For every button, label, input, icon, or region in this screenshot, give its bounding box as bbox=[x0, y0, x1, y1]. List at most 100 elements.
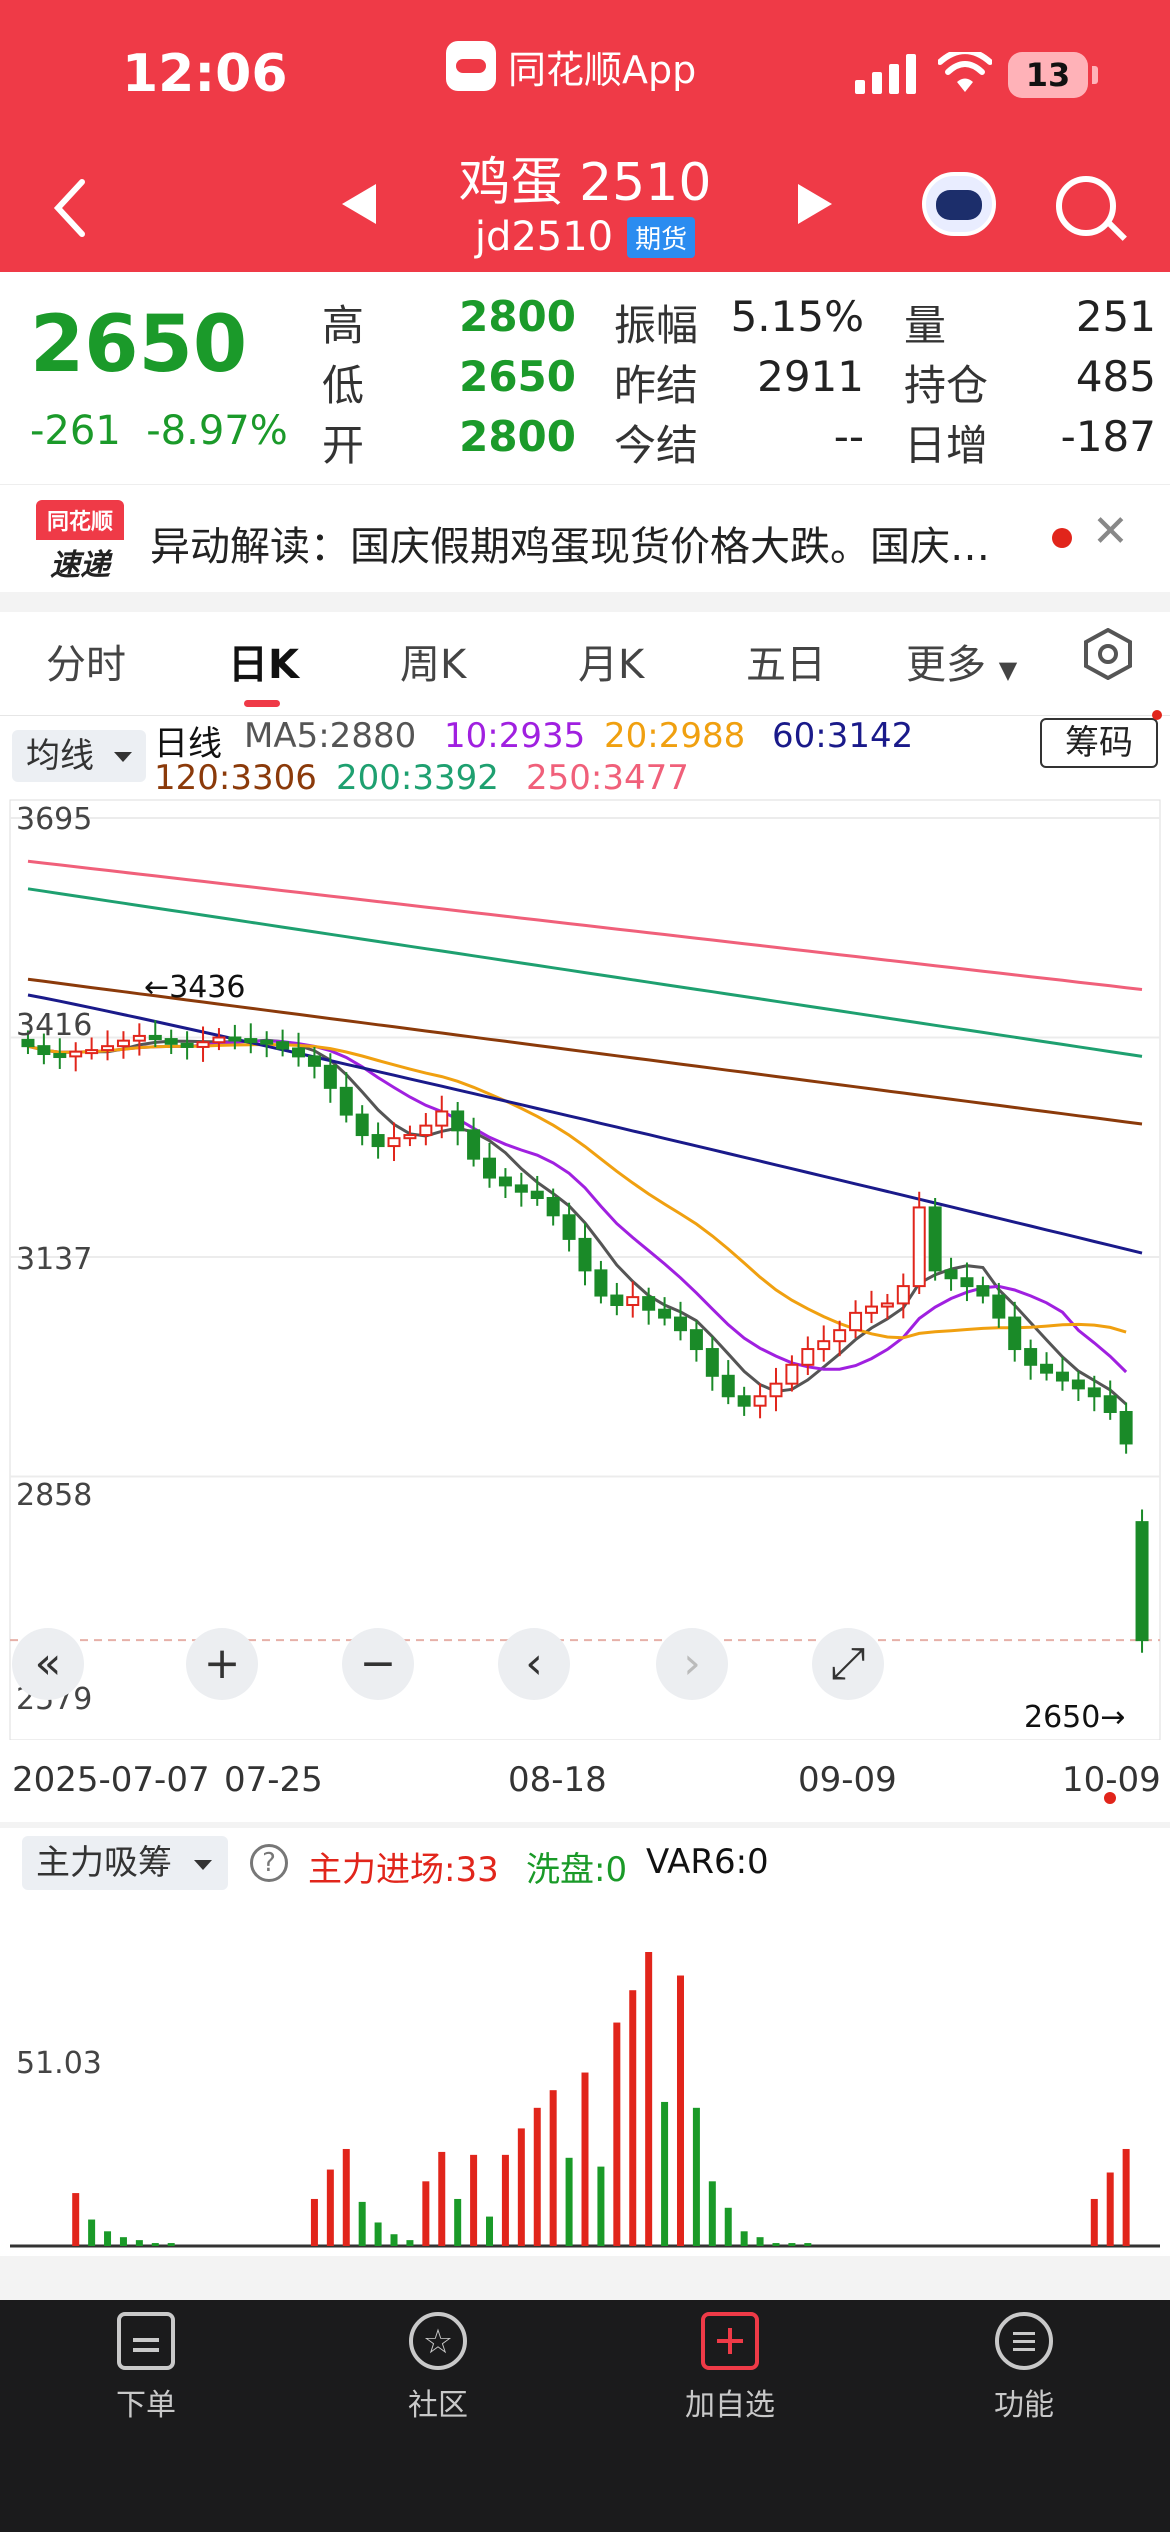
indicator-bar bbox=[374, 2222, 382, 2246]
indicator-bar-chart[interactable] bbox=[0, 1890, 1170, 2260]
candle bbox=[769, 1382, 783, 1398]
indicator-bar bbox=[581, 2072, 589, 2246]
search-icon[interactable] bbox=[1056, 176, 1116, 236]
tab-order[interactable]: 下单 bbox=[66, 2312, 226, 2424]
candle bbox=[737, 1395, 751, 1407]
tab-intraday[interactable]: 分时 bbox=[46, 632, 126, 690]
candle bbox=[562, 1214, 576, 1240]
open-interest-value: 485 bbox=[1075, 352, 1156, 401]
candle bbox=[530, 1190, 544, 1199]
tab-five-day[interactable]: 五日 bbox=[746, 632, 826, 690]
y-tick-label: 3137 bbox=[16, 1242, 93, 1277]
star-icon bbox=[409, 2312, 467, 2370]
candle bbox=[355, 1113, 369, 1137]
candle bbox=[705, 1348, 719, 1377]
indicator-bar bbox=[1122, 2148, 1130, 2246]
indicator-bar bbox=[406, 2240, 414, 2246]
indicator-bar bbox=[661, 2101, 669, 2246]
news-text[interactable]: 异动解读：国庆假期鸡蛋现货价格大跌。国庆… bbox=[150, 514, 1030, 572]
ma200-label: 200:3392 bbox=[336, 758, 499, 798]
candle bbox=[467, 1129, 481, 1160]
status-time: 12:06 bbox=[122, 44, 288, 104]
high-label: 高 bbox=[322, 301, 365, 350]
indicator-bar bbox=[358, 2201, 366, 2246]
candle bbox=[116, 1039, 130, 1048]
settings-icon[interactable] bbox=[1082, 628, 1134, 680]
candle bbox=[880, 1302, 894, 1308]
y-tick-label: 3416 bbox=[16, 1008, 93, 1043]
ma10-line bbox=[27, 1039, 1128, 1374]
today-settle-label: 今结 bbox=[614, 421, 699, 470]
tab-weekly-k[interactable]: 周K bbox=[400, 632, 466, 690]
rewind-icon[interactable]: « bbox=[12, 1628, 84, 1700]
assistant-robot-icon[interactable] bbox=[922, 172, 996, 236]
tab-monthly-k[interactable]: 月K bbox=[578, 632, 644, 690]
candle bbox=[69, 1050, 83, 1058]
candle bbox=[228, 1036, 242, 1042]
indicator-bar bbox=[72, 2193, 80, 2246]
futures-badge: 期货 bbox=[627, 216, 696, 258]
help-icon[interactable]: ? bbox=[250, 1844, 288, 1882]
indicator-bar bbox=[88, 2219, 96, 2246]
fullscreen-icon[interactable]: ⤢ bbox=[812, 1628, 884, 1700]
indicator-bar bbox=[104, 2231, 112, 2246]
scroll-right-icon[interactable]: › bbox=[656, 1628, 728, 1700]
wash-label: 洗盘:0 bbox=[526, 1850, 628, 1890]
candle bbox=[101, 1045, 115, 1052]
indicator-bar bbox=[756, 2237, 764, 2246]
notice-dot bbox=[1152, 710, 1162, 720]
main-entry-label: 主力进场:33 bbox=[308, 1850, 499, 1890]
tab-more[interactable]: 更多 ▼ bbox=[906, 632, 1017, 690]
low-label: 低 bbox=[322, 361, 365, 410]
ma-selector[interactable]: 均线 bbox=[12, 730, 146, 782]
indicator-bar bbox=[454, 2198, 462, 2246]
candle bbox=[419, 1124, 433, 1137]
volume-label: 量 bbox=[904, 301, 947, 350]
y-tick-label: 2858 bbox=[16, 1478, 93, 1513]
candle bbox=[371, 1134, 385, 1148]
chips-button[interactable]: 筹码 bbox=[1040, 718, 1158, 768]
scroll-left-icon[interactable]: ‹ bbox=[498, 1628, 570, 1700]
close-icon[interactable]: ✕ bbox=[1092, 506, 1129, 557]
tab-community[interactable]: 社区 bbox=[358, 2312, 518, 2424]
prev-settle-value: 2911 bbox=[757, 352, 864, 401]
today-settle-value: -- bbox=[833, 412, 864, 461]
indicator-bar bbox=[438, 2151, 446, 2246]
chevron-down-icon: ▼ bbox=[998, 656, 1018, 684]
tab-daily-k[interactable]: 日K bbox=[228, 632, 299, 690]
indicator-bar bbox=[740, 2231, 748, 2246]
next-contract-icon[interactable] bbox=[798, 184, 832, 224]
candle bbox=[307, 1055, 321, 1067]
candle bbox=[53, 1053, 67, 1059]
tab-functions[interactable]: 功能 bbox=[944, 2312, 1104, 2424]
candle bbox=[610, 1294, 624, 1306]
indicator-bar bbox=[772, 2243, 780, 2246]
x-tick-label: 2025-07-07 bbox=[12, 1760, 210, 1800]
zoom-out-icon[interactable]: − bbox=[342, 1628, 414, 1700]
indicator-bar bbox=[151, 2243, 159, 2246]
candle bbox=[976, 1285, 990, 1297]
change-pct: -8.97% bbox=[146, 408, 288, 454]
open-label: 开 bbox=[322, 421, 365, 470]
candle bbox=[912, 1206, 926, 1288]
candle bbox=[196, 1041, 210, 1048]
menu-icon bbox=[995, 2312, 1053, 2370]
app-indicator[interactable]: 同花顺App bbox=[446, 38, 696, 94]
indicator-bar bbox=[310, 2198, 318, 2246]
chart-toolbar: « + − ‹ › ⤢ bbox=[12, 1628, 912, 1708]
tab-add-watchlist[interactable]: 加自选 bbox=[650, 2312, 810, 2424]
indicator-selector[interactable]: 主力吸筹 bbox=[22, 1836, 228, 1890]
candle bbox=[85, 1049, 99, 1055]
candle bbox=[1008, 1316, 1022, 1351]
indicator-bar bbox=[390, 2234, 398, 2246]
candlestick-chart[interactable] bbox=[0, 796, 1170, 1740]
x-tick-label: 08-18 bbox=[508, 1760, 607, 1800]
indicator-bar bbox=[724, 2207, 732, 2246]
ma5-label: MA5:2880 bbox=[244, 716, 417, 756]
zoom-in-icon[interactable]: + bbox=[186, 1628, 258, 1700]
signal-icon bbox=[855, 52, 916, 94]
candle bbox=[992, 1294, 1006, 1319]
indicator-bar bbox=[1106, 2172, 1114, 2246]
news-logo-top: 同花顺 bbox=[36, 500, 124, 540]
candle bbox=[276, 1041, 290, 1050]
